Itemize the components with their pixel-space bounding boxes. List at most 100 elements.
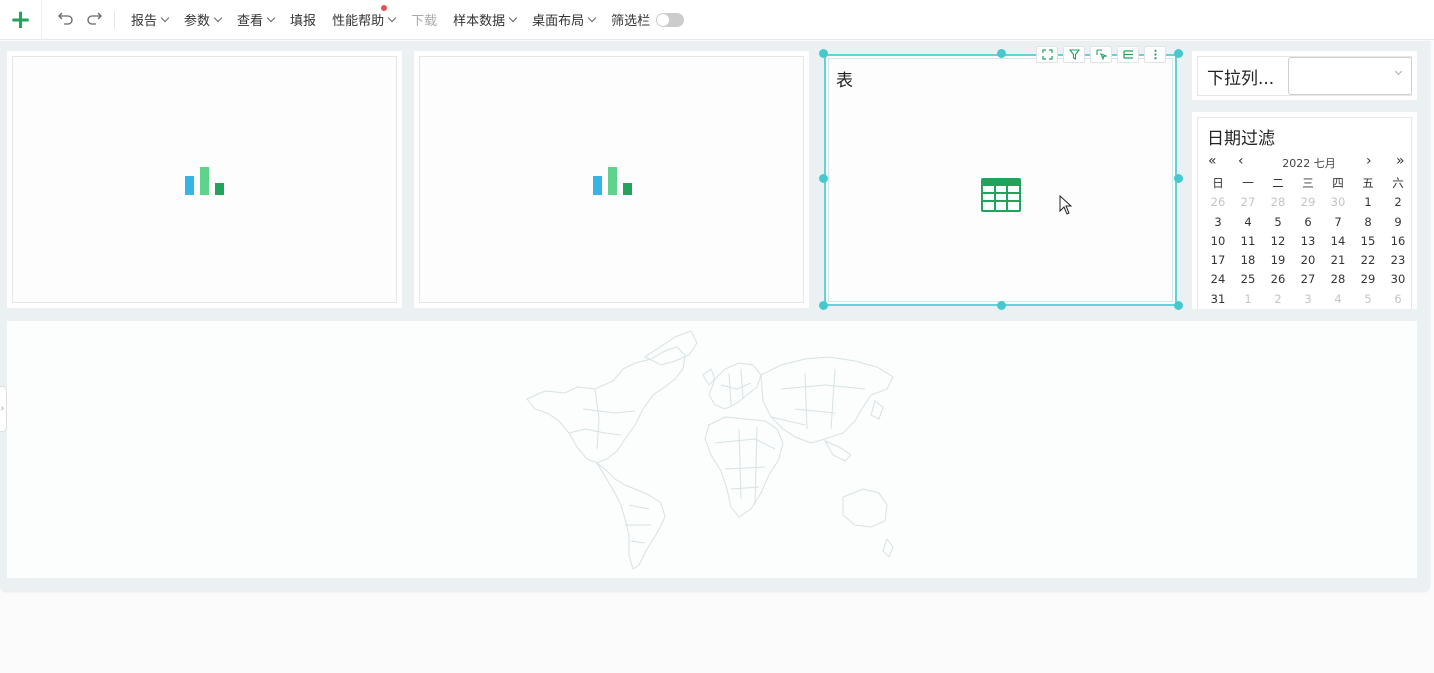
side-panel-toggle[interactable]: ›: [0, 386, 7, 432]
perf-help-menu[interactable]: 性能帮助: [332, 5, 397, 29]
calendar-day[interactable]: 12: [1263, 232, 1293, 251]
fill-button[interactable]: 填报: [290, 10, 316, 29]
mouse-cursor-icon: [1059, 194, 1073, 219]
weekday-header: 四: [1332, 176, 1344, 190]
calendar-day[interactable]: 6: [1293, 213, 1323, 232]
history-group: [42, 10, 115, 29]
calendar-day[interactable]: 4: [1233, 213, 1263, 232]
calendar-day[interactable]: 22: [1353, 251, 1383, 270]
calendar-day[interactable]: 28: [1323, 270, 1353, 289]
calendar-day[interactable]: 9: [1383, 213, 1413, 232]
calendar-day[interactable]: 17: [1203, 251, 1233, 270]
calendar-day[interactable]: 27: [1293, 270, 1323, 289]
redo-icon[interactable]: [86, 11, 102, 28]
desktop-layout-menu[interactable]: 桌面布局: [532, 10, 597, 29]
calendar-day[interactable]: 4: [1323, 290, 1353, 309]
next-month-icon[interactable]: ›: [1366, 154, 1372, 168]
resize-handle[interactable]: [819, 49, 828, 58]
calendar-grid: 日一二三四五六 26 27 28 29 30 1 2 3 4 5 6 7 8 9 10 11 12 13 14 15 16…: [1203, 174, 1413, 309]
calendar-day[interactable]: 14: [1323, 232, 1353, 251]
dropdown-filter-label: 下拉列...: [1207, 68, 1275, 89]
calendar-day[interactable]: 10: [1203, 232, 1233, 251]
calendar-day[interactable]: 3: [1203, 213, 1233, 232]
view-menu[interactable]: 查看: [237, 10, 276, 29]
calendar-day[interactable]: 24: [1203, 270, 1233, 289]
dashboard-canvas: 表 下拉列... 日期过滤 « ‹ 2022 七月 › » 日 一 二 三 四 …: [0, 41, 1430, 591]
resize-handle[interactable]: [819, 174, 828, 183]
calendar-day[interactable]: 1: [1233, 290, 1263, 309]
more-icon[interactable]: [1144, 46, 1166, 63]
params-menu[interactable]: 参数: [184, 10, 223, 29]
view-menu-label: 查看: [237, 14, 264, 29]
chevron-down-icon: [508, 13, 518, 22]
calendar-day[interactable]: 26: [1203, 193, 1233, 212]
chevron-down-icon: [1394, 67, 1403, 76]
calendar-day[interactable]: 29: [1353, 270, 1383, 289]
calendar-day[interactable]: 28: [1263, 193, 1293, 212]
undo-icon[interactable]: [58, 11, 74, 28]
chart-card-body: [419, 56, 804, 303]
table-card[interactable]: 表: [819, 46, 1183, 310]
calendar-day[interactable]: 15: [1353, 232, 1383, 251]
resize-handle[interactable]: [997, 49, 1006, 58]
resize-handle[interactable]: [1174, 301, 1183, 310]
chart-card-2[interactable]: [414, 51, 809, 308]
toolbar: + 报告 参数 查看 填报 性能帮助 下载 样本数据 桌面布局 筛选栏: [0, 0, 1434, 40]
calendar-day[interactable]: 26: [1263, 270, 1293, 289]
params-menu-label: 参数: [184, 14, 211, 29]
dropdown-select[interactable]: [1288, 57, 1412, 95]
calendar-day[interactable]: 11: [1233, 232, 1263, 251]
add-button[interactable]: +: [0, 0, 42, 40]
weekday-header: 日: [1212, 176, 1224, 190]
list-icon[interactable]: [1117, 46, 1139, 63]
calendar-day[interactable]: 5: [1263, 213, 1293, 232]
sample-data-menu[interactable]: 样本数据: [453, 10, 518, 29]
chart-card-1[interactable]: [7, 51, 402, 308]
calendar-day[interactable]: 23: [1383, 251, 1413, 270]
calendar-day[interactable]: 7: [1323, 213, 1353, 232]
calendar-day[interactable]: 30: [1383, 270, 1413, 289]
calendar-day[interactable]: 5: [1353, 290, 1383, 309]
calendar-day[interactable]: 20: [1293, 251, 1323, 270]
chart-card-body: [12, 56, 397, 303]
calendar-day[interactable]: 19: [1263, 251, 1293, 270]
weekday-header: 一: [1242, 176, 1254, 190]
calendar-day[interactable]: 2: [1263, 290, 1293, 309]
desktop-layout-label: 桌面布局: [532, 14, 585, 29]
download-button[interactable]: 下载: [411, 10, 437, 29]
calendar-day[interactable]: 27: [1233, 193, 1263, 212]
resize-handle[interactable]: [997, 301, 1006, 310]
calendar-day[interactable]: 6: [1383, 290, 1413, 309]
calendar-day[interactable]: 30: [1323, 193, 1353, 212]
calendar-day[interactable]: 29: [1293, 193, 1323, 212]
report-menu-label: 报告: [131, 14, 158, 29]
chevron-down-icon: [387, 13, 397, 22]
filter-icon[interactable]: [1063, 46, 1085, 63]
perf-help-label: 性能帮助: [332, 14, 385, 29]
download-label: 下载: [411, 14, 438, 29]
calendar-day[interactable]: 3: [1293, 290, 1323, 309]
select-icon[interactable]: [1090, 46, 1112, 63]
expand-icon[interactable]: [1036, 46, 1058, 63]
calendar-day[interactable]: 8: [1353, 213, 1383, 232]
filter-bar-toggle-group: 筛选栏: [611, 10, 685, 29]
weekday-header: 三: [1302, 176, 1314, 190]
calendar-day[interactable]: 21: [1323, 251, 1353, 270]
resize-handle[interactable]: [819, 301, 828, 310]
calendar-day[interactable]: 18: [1233, 251, 1263, 270]
calendar-day[interactable]: 1: [1353, 193, 1383, 212]
map-card[interactable]: [7, 321, 1417, 578]
calendar-nav: « ‹ 2022 七月 › »: [1206, 154, 1412, 170]
next-year-icon[interactable]: »: [1396, 154, 1405, 168]
bar-chart-icon: [185, 167, 225, 195]
calendar-day[interactable]: 13: [1293, 232, 1323, 251]
resize-handle[interactable]: [1174, 174, 1183, 183]
calendar-day[interactable]: 16: [1383, 232, 1413, 251]
filter-bar-toggle[interactable]: [656, 12, 685, 27]
calendar-day[interactable]: 25: [1233, 270, 1263, 289]
resize-handle[interactable]: [1174, 49, 1183, 58]
calendar-day[interactable]: 31: [1203, 290, 1233, 309]
notification-dot: [381, 5, 388, 11]
calendar-day[interactable]: 2: [1383, 193, 1413, 212]
report-menu[interactable]: 报告: [131, 10, 170, 29]
